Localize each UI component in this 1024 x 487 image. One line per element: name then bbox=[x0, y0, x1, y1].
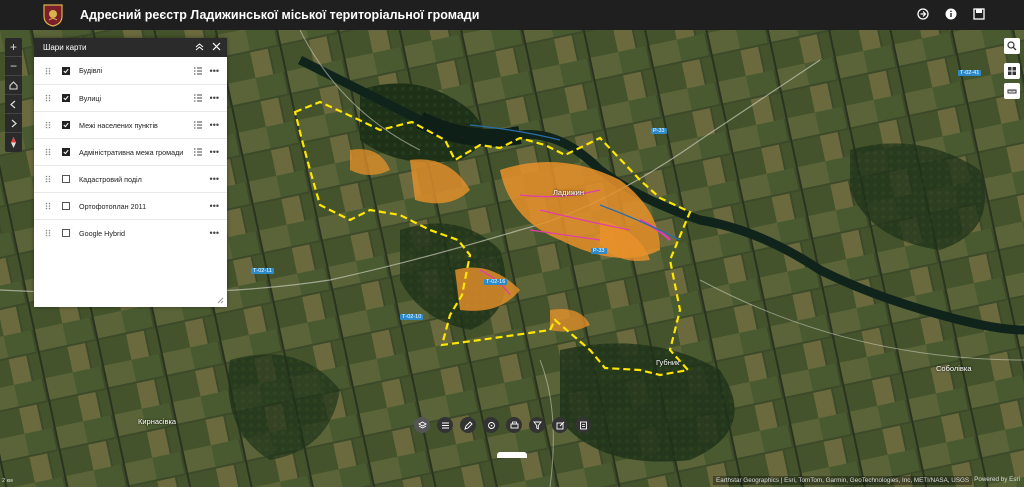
layers-panel: Шари карти Будівлі ••• Вулиці ••• Межі н… bbox=[34, 38, 227, 307]
layer-label: Ортофотоплан 2011 bbox=[79, 201, 147, 211]
layer-legend-icon[interactable] bbox=[194, 121, 202, 129]
layer-row[interactable]: Адміністративна межа громади ••• bbox=[34, 138, 227, 165]
print-icon[interactable] bbox=[506, 417, 522, 433]
layer-legend-icon[interactable] bbox=[194, 67, 202, 75]
resize-handle-icon[interactable] bbox=[217, 297, 224, 304]
place-label-kyrnasivka: Кирнасівка bbox=[138, 417, 177, 426]
compass-icon[interactable] bbox=[5, 133, 22, 152]
home-icon[interactable] bbox=[5, 76, 22, 95]
map-navigation-tools: + − bbox=[5, 38, 22, 152]
layer-label: Кадастровий поділ bbox=[79, 174, 142, 184]
drag-handle-icon[interactable] bbox=[34, 148, 62, 156]
filter-icon[interactable] bbox=[529, 417, 545, 433]
road-shield: Р-33 bbox=[591, 248, 607, 254]
layer-options-icon[interactable]: ••• bbox=[210, 228, 219, 238]
layers-icon[interactable] bbox=[414, 417, 430, 433]
toolbar-collapse-tab[interactable] bbox=[497, 452, 527, 458]
share-icon[interactable] bbox=[916, 7, 930, 21]
drag-handle-icon[interactable] bbox=[34, 229, 62, 237]
layer-options-icon[interactable]: ••• bbox=[210, 201, 219, 211]
place-label-sobolivka: Соболівка bbox=[936, 364, 972, 373]
prev-extent-icon[interactable] bbox=[5, 95, 22, 114]
basemap-gallery-icon[interactable] bbox=[1004, 63, 1020, 79]
place-label-hubnyk: Губник bbox=[656, 358, 680, 367]
layer-options-icon[interactable]: ••• bbox=[210, 174, 219, 184]
road-shield: Р-33 bbox=[651, 128, 667, 134]
powered-by-esri[interactable]: Powered by Esri bbox=[974, 476, 1020, 483]
road-shield: Т-02-16 bbox=[484, 279, 508, 285]
drag-handle-icon[interactable] bbox=[34, 121, 62, 129]
layer-visibility-checkbox[interactable] bbox=[62, 148, 70, 156]
layer-label: Google Hybrid bbox=[79, 228, 125, 238]
layer-row[interactable]: Межі населених пунктів ••• bbox=[34, 111, 227, 138]
layer-row[interactable]: Кадастровий поділ ••• bbox=[34, 165, 227, 192]
layer-row[interactable]: Будівлі ••• bbox=[34, 57, 227, 84]
close-icon[interactable] bbox=[212, 42, 221, 51]
drag-handle-icon[interactable] bbox=[34, 94, 62, 102]
search-icon[interactable] bbox=[1004, 38, 1020, 54]
place-label-ladyzhyn: Ладижин bbox=[553, 188, 585, 197]
layer-visibility-checkbox[interactable] bbox=[62, 229, 70, 237]
layers-panel-title: Шари карти bbox=[43, 43, 87, 52]
layer-visibility-checkbox[interactable] bbox=[62, 175, 70, 183]
draw-icon[interactable] bbox=[460, 417, 476, 433]
layer-options-icon[interactable]: ••• bbox=[210, 147, 219, 157]
layer-legend-icon[interactable] bbox=[194, 148, 202, 156]
road-shield: Т-02-10 bbox=[400, 314, 424, 320]
legend-icon[interactable] bbox=[437, 417, 453, 433]
coat-of-arms-logo bbox=[42, 3, 64, 27]
next-extent-icon[interactable] bbox=[5, 114, 22, 133]
layer-options-icon[interactable]: ••• bbox=[210, 93, 219, 103]
edit-icon[interactable] bbox=[552, 417, 568, 433]
layers-panel-header: Шари карти bbox=[34, 38, 227, 57]
layer-visibility-checkbox[interactable] bbox=[62, 94, 70, 102]
layer-row[interactable]: Вулиці ••• bbox=[34, 84, 227, 111]
info-icon[interactable] bbox=[944, 7, 958, 21]
save-icon[interactable] bbox=[972, 7, 986, 21]
drag-handle-icon[interactable] bbox=[34, 67, 62, 75]
collapse-panel-icon[interactable] bbox=[195, 42, 204, 51]
coordinates-icon[interactable] bbox=[483, 417, 499, 433]
layer-options-icon[interactable]: ••• bbox=[210, 66, 219, 76]
layer-label: Адміністративна межа громади bbox=[79, 147, 184, 157]
zoom-in-icon[interactable]: + bbox=[5, 38, 22, 57]
layer-row[interactable]: Ортофотоплан 2011 ••• bbox=[34, 192, 227, 219]
map-attribution: Earthstar Geographics | Esri, TomTom, Ga… bbox=[713, 476, 973, 485]
layer-row[interactable]: Google Hybrid ••• bbox=[34, 219, 227, 246]
layer-list: Будівлі ••• Вулиці ••• Межі населених пу… bbox=[34, 57, 227, 246]
measure-icon[interactable] bbox=[1004, 83, 1020, 99]
bottom-toolbar bbox=[414, 417, 591, 433]
road-shield: Т-02-11 bbox=[251, 268, 274, 274]
app-title: Адресний реєстр Ладижинської міської тер… bbox=[80, 8, 480, 22]
road-shield: Т-02-41 bbox=[958, 70, 982, 76]
layer-label: Межі населених пунктів bbox=[79, 120, 158, 130]
layer-label: Будівлі bbox=[79, 66, 103, 75]
drag-handle-icon[interactable] bbox=[34, 202, 62, 210]
layer-legend-icon[interactable] bbox=[194, 94, 202, 102]
layer-options-icon[interactable]: ••• bbox=[210, 120, 219, 130]
print-page-icon[interactable] bbox=[575, 417, 591, 433]
app-header: Адресний реєстр Ладижинської міської тер… bbox=[0, 0, 1024, 30]
layer-visibility-checkbox[interactable] bbox=[62, 202, 70, 210]
scale-bar: 2 км bbox=[2, 478, 13, 484]
layer-visibility-checkbox[interactable] bbox=[62, 66, 70, 75]
layer-visibility-checkbox[interactable] bbox=[62, 121, 70, 129]
layer-label: Вулиці bbox=[79, 93, 102, 103]
zoom-out-icon[interactable]: − bbox=[5, 57, 22, 76]
drag-handle-icon[interactable] bbox=[34, 175, 62, 183]
